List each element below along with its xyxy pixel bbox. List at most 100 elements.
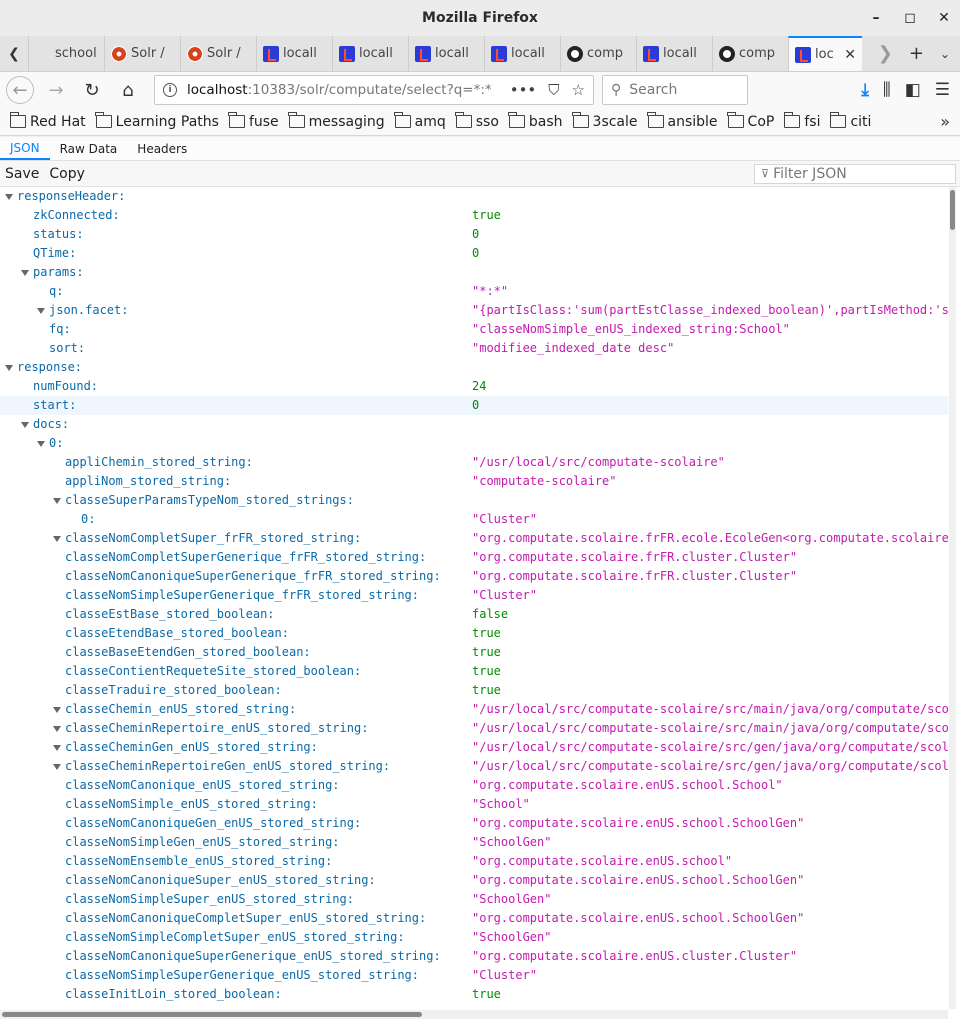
sidebar-icon[interactable]: ◧: [905, 80, 921, 100]
bookmark-folder[interactable]: ansible: [647, 112, 718, 130]
vertical-scrollbar[interactable]: [949, 187, 956, 1009]
bookmark-folder[interactable]: fsi: [783, 112, 820, 130]
library-icon[interactable]: ⫼: [883, 80, 891, 100]
json-row[interactable]: classeNomCanoniqueSuperGenerique_frFR_st…: [0, 567, 948, 586]
horizontal-scrollbar[interactable]: [0, 1010, 948, 1019]
json-row[interactable]: appliChemin_stored_string: "/usr/local/sr…: [0, 453, 948, 472]
browser-tab[interactable]: locall: [636, 36, 712, 71]
bookmarks-overflow-icon[interactable]: »: [940, 112, 950, 131]
bookmark-folder[interactable]: Learning Paths: [95, 112, 219, 130]
search-input[interactable]: ⚲ Search: [602, 75, 748, 105]
url-text[interactable]: localhost:10383/solr/computate/select?q=…: [187, 82, 500, 98]
expand-toggle-icon[interactable]: [53, 764, 61, 770]
bookmark-folder[interactable]: 3scale: [572, 112, 638, 130]
maximize-icon[interactable]: ◻: [902, 10, 918, 26]
expand-toggle-icon[interactable]: [53, 745, 61, 751]
tab-headers[interactable]: Headers: [127, 137, 197, 160]
close-tab-icon[interactable]: ✕: [844, 47, 856, 63]
minimize-icon[interactable]: –: [868, 10, 884, 26]
json-row[interactable]: classeCheminGen_enUS_stored_string: "/usr…: [0, 738, 948, 757]
expand-toggle-icon[interactable]: [37, 441, 45, 447]
expand-toggle-icon[interactable]: [53, 726, 61, 732]
vertical-scrollbar-thumb[interactable]: [950, 190, 955, 230]
json-row[interactable]: classeNomCanonique_enUS_stored_string: "o…: [0, 776, 948, 795]
json-row[interactable]: classeCheminRepertoireGen_enUS_stored_st…: [0, 757, 948, 776]
json-row[interactable]: classeCheminRepertoire_enUS_stored_strin…: [0, 719, 948, 738]
json-row[interactable]: classeNomCanoniqueSuperGenerique_enUS_st…: [0, 947, 948, 966]
browser-tab[interactable]: loc ✕: [788, 36, 862, 71]
json-row[interactable]: classeEtendBase_stored_boolean: true: [0, 624, 948, 643]
json-row[interactable]: classeNomSimpleCompletSuper_enUS_stored_…: [0, 928, 948, 947]
json-row[interactable]: params:: [0, 263, 948, 282]
page-actions-icon[interactable]: •••: [510, 81, 537, 99]
browser-tab[interactable]: locall: [484, 36, 560, 71]
json-row[interactable]: 0: "Cluster": [0, 510, 948, 529]
json-row[interactable]: classeNomEnsemble_enUS_stored_string: "or…: [0, 852, 948, 871]
tab-json[interactable]: JSON: [0, 137, 50, 160]
json-row[interactable]: sort: "modifiee_indexed_date desc": [0, 339, 948, 358]
json-row[interactable]: classeContientRequeteSite_stored_boolean…: [0, 662, 948, 681]
json-row[interactable]: classeNomCanoniqueSuper_enUS_stored_stri…: [0, 871, 948, 890]
bookmark-folder[interactable]: sso: [455, 112, 499, 130]
site-info-icon[interactable]: i: [163, 83, 177, 97]
json-row[interactable]: numFound: 24: [0, 377, 948, 396]
json-row[interactable]: responseHeader:: [0, 187, 948, 206]
home-icon[interactable]: ⌂: [114, 76, 142, 104]
pocket-icon[interactable]: ⛉: [548, 81, 559, 99]
expand-toggle-icon[interactable]: [53, 498, 61, 504]
browser-tab[interactable]: comp: [712, 36, 788, 71]
bookmark-folder[interactable]: fuse: [228, 112, 279, 130]
url-bar[interactable]: i localhost:10383/solr/computate/select?…: [154, 75, 594, 105]
bookmark-folder[interactable]: bash: [508, 112, 563, 130]
json-row[interactable]: classeNomCanoniqueGen_enUS_stored_string…: [0, 814, 948, 833]
new-tab-icon[interactable]: +: [909, 43, 924, 64]
json-row[interactable]: classeChemin_enUS_stored_string: "/usr/lo…: [0, 700, 948, 719]
download-icon[interactable]: ⤓: [861, 80, 869, 100]
json-row[interactable]: 0:: [0, 434, 948, 453]
tab-list-chevron-down-icon[interactable]: ⌄: [940, 47, 950, 61]
json-row[interactable]: classeEstBase_stored_boolean: false: [0, 605, 948, 624]
tab-scroll-right-icon[interactable]: ❯: [878, 43, 893, 64]
expand-toggle-icon[interactable]: [53, 707, 61, 713]
expand-toggle-icon[interactable]: [21, 270, 29, 276]
browser-tab[interactable]: school.c: [28, 36, 104, 71]
json-row[interactable]: classeNomCompletSuperGenerique_frFR_stor…: [0, 548, 948, 567]
json-row[interactable]: start: 0: [0, 396, 948, 415]
bookmark-folder[interactable]: Red Hat: [9, 112, 86, 130]
browser-tab[interactable]: locall: [256, 36, 332, 71]
json-row[interactable]: classeNomSimple_enUS_stored_string: "Scho…: [0, 795, 948, 814]
browser-tab[interactable]: comp: [560, 36, 636, 71]
browser-tab[interactable]: locall: [332, 36, 408, 71]
json-row[interactable]: classeNomCanoniqueCompletSuper_enUS_stor…: [0, 909, 948, 928]
json-row[interactable]: docs:: [0, 415, 948, 434]
bookmark-folder[interactable]: CoP: [727, 112, 774, 130]
json-row[interactable]: QTime: 0: [0, 244, 948, 263]
bookmark-folder[interactable]: amq: [394, 112, 446, 130]
json-row[interactable]: json.facet: "{partIsClass:'sum(partEstCla…: [0, 301, 948, 320]
forward-arrow-icon[interactable]: →: [42, 76, 70, 104]
browser-tab[interactable]: locall: [408, 36, 484, 71]
json-row[interactable]: status: 0: [0, 225, 948, 244]
json-row[interactable]: classeBaseEtendGen_stored_boolean: true: [0, 643, 948, 662]
json-row[interactable]: classeNomSimpleSuper_enUS_stored_string:…: [0, 890, 948, 909]
json-row[interactable]: classeInitLoin_stored_boolean: true: [0, 985, 948, 1004]
expand-toggle-icon[interactable]: [5, 194, 13, 200]
reload-icon[interactable]: ↻: [78, 76, 106, 104]
json-row[interactable]: classeTraduire_stored_boolean: true: [0, 681, 948, 700]
menu-hamburger-icon[interactable]: ☰: [935, 80, 950, 100]
expand-toggle-icon[interactable]: [53, 536, 61, 542]
save-button[interactable]: Save: [0, 161, 44, 186]
json-row[interactable]: fq: "classeNomSimple_enUS_indexed_string:…: [0, 320, 948, 339]
browser-tab[interactable]: Solr /: [104, 36, 180, 71]
browser-tab[interactable]: Solr /: [180, 36, 256, 71]
filter-json-input[interactable]: ⊽ Filter JSON: [754, 163, 956, 184]
expand-toggle-icon[interactable]: [21, 422, 29, 428]
json-row[interactable]: appliNom_stored_string: "computate-scolai…: [0, 472, 948, 491]
json-row[interactable]: classeNomSimpleGen_enUS_stored_string: "S…: [0, 833, 948, 852]
back-arrow-icon[interactable]: ←: [6, 76, 34, 104]
json-row[interactable]: classeNomCompletSuper_frFR_stored_string…: [0, 529, 948, 548]
json-row[interactable]: zkConnected: true: [0, 206, 948, 225]
close-window-icon[interactable]: ✕: [936, 10, 952, 26]
tab-scroll-left-icon[interactable]: ❮: [0, 36, 28, 71]
json-row[interactable]: classeSuperParamsTypeNom_stored_strings:: [0, 491, 948, 510]
